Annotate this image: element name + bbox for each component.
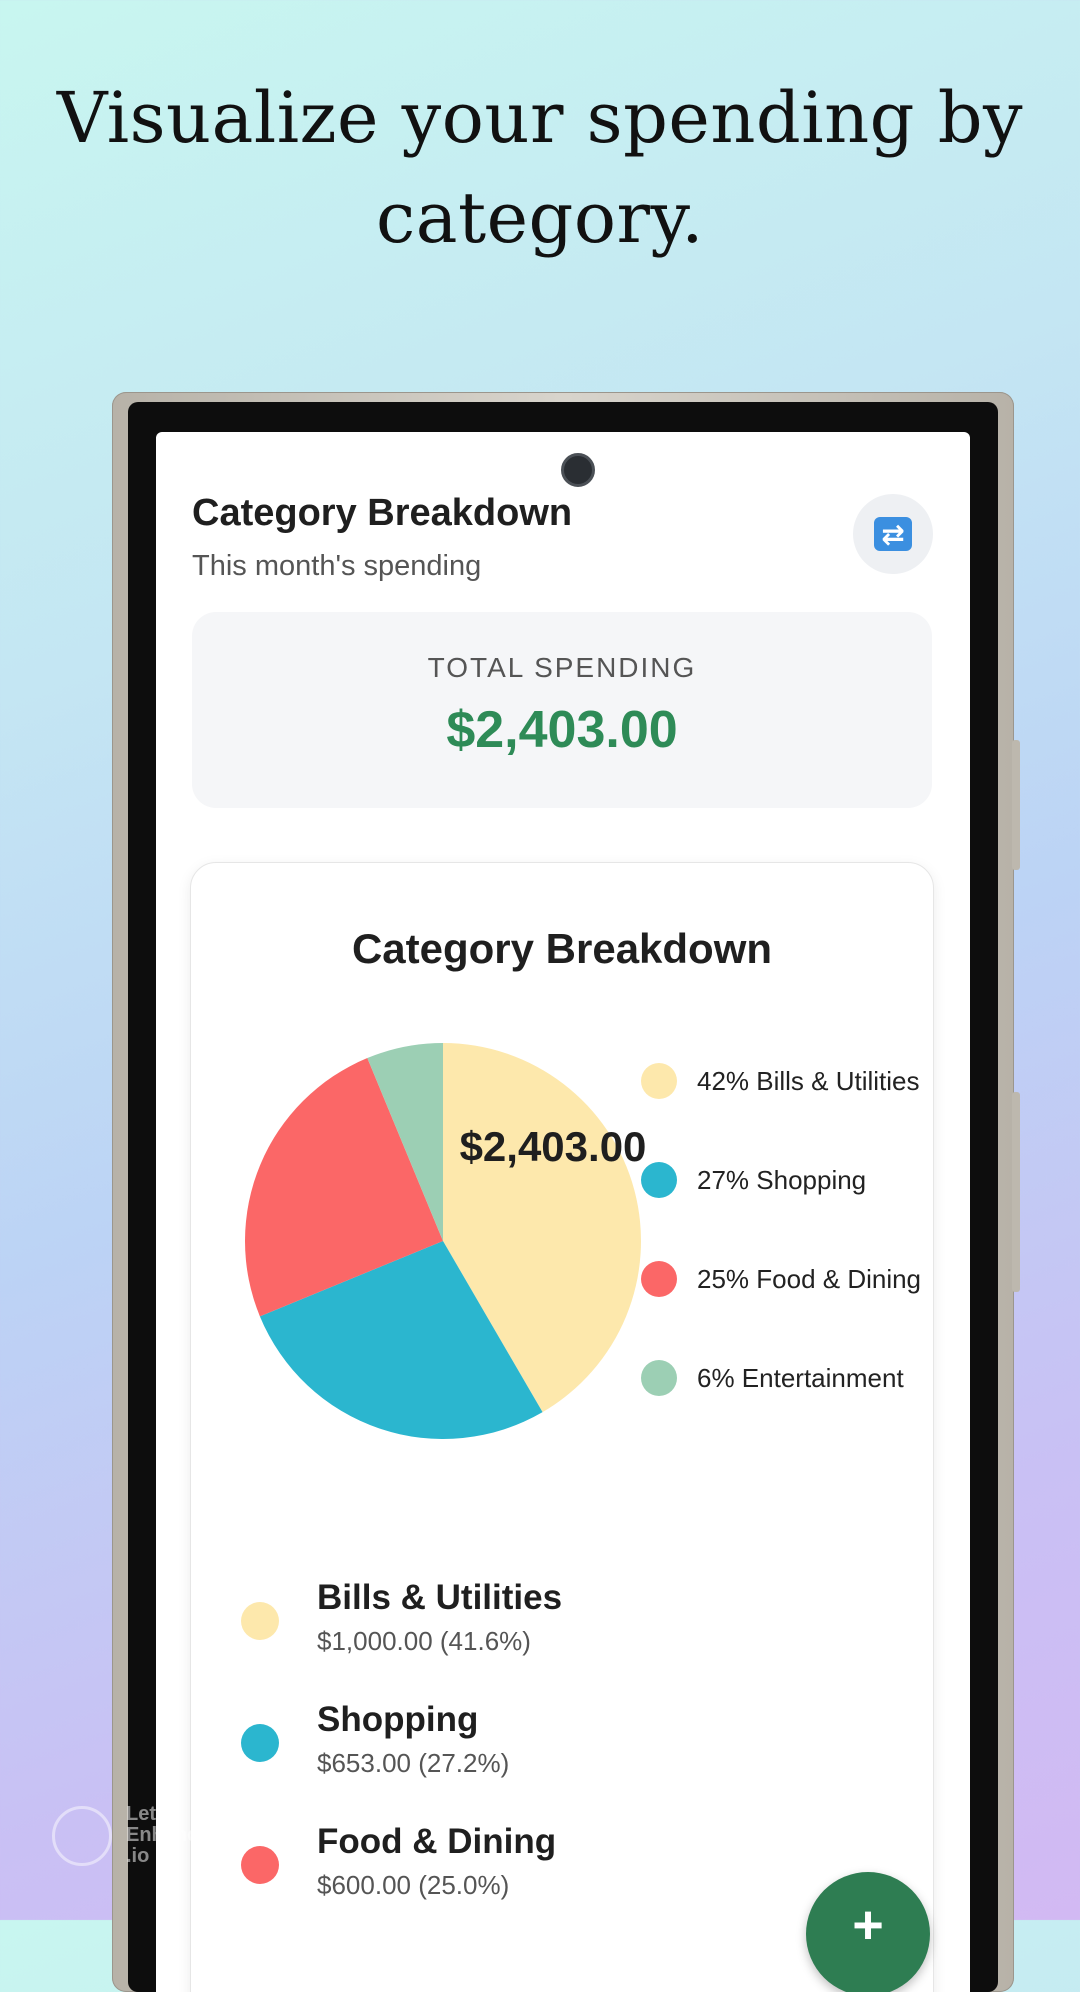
refresh-button[interactable]: ⇄: [853, 494, 933, 574]
legend-item: 42% Bills & Utilities: [641, 1063, 931, 1162]
category-amount: $1,000.00 (41.6%): [317, 1626, 531, 1656]
watermark-logo: Let's Enhance .io: [52, 1800, 252, 1870]
chart-legend: 42% Bills & Utilities 27% Shopping 25% Foo…: [641, 1063, 931, 1459]
legend-color-dot: [641, 1360, 677, 1396]
legend-color-dot: [641, 1063, 677, 1099]
chart-title: Category Breakdown: [351, 925, 773, 972]
legend-label: 25% Food & Dining: [697, 1264, 922, 1294]
legend-color-dot: [641, 1261, 677, 1297]
plus-icon: +: [852, 1895, 884, 1955]
total-spending-value: $2,403.00: [446, 701, 678, 759]
list-item-bills-utilities[interactable]: Bills & Utilities $1,000.00 (41.6%): [241, 1578, 881, 1700]
category-name: Shopping: [317, 1700, 479, 1739]
list-item-food-dining[interactable]: Food & Dining $600.00 (25.0%): [241, 1822, 881, 1944]
legend-item: 25% Food & Dining: [641, 1261, 931, 1360]
page-subtitle: This month's spending: [192, 550, 482, 582]
total-spending-card: TOTAL SPENDING $2,403.00: [192, 612, 932, 808]
watermark-circle-icon: [52, 1806, 112, 1866]
category-color-dot: [241, 1602, 279, 1640]
legend-label: 6% Entertainment: [697, 1363, 904, 1393]
category-amount: $653.00 (27.2%): [317, 1748, 510, 1778]
category-amount: $600.00 (25.0%): [317, 1870, 510, 1900]
legend-color-dot: [641, 1162, 677, 1198]
add-transaction-button[interactable]: +: [806, 1872, 930, 1992]
phone-side-button: [1012, 1092, 1020, 1292]
legend-item: 6% Entertainment: [641, 1360, 931, 1459]
category-name: Food & Dining: [317, 1822, 557, 1861]
app-screen: Category Breakdown This month's spending…: [156, 432, 970, 1992]
total-spending-label: TOTAL SPENDING: [427, 652, 697, 683]
legend-label: 27% Shopping: [697, 1165, 867, 1195]
pie-center-total: $2,403.00: [460, 1123, 647, 1170]
phone-bezel: Category Breakdown This month's spending…: [128, 402, 998, 1992]
watermark-text: Let's Enhance .io: [126, 1803, 210, 1867]
list-item-shopping[interactable]: Shopping $653.00 (27.2%): [241, 1700, 881, 1822]
page-title: Category Breakdown: [192, 492, 573, 534]
category-color-dot: [241, 1724, 279, 1762]
category-list: Bills & Utilities $1,000.00 (41.6%) Shop…: [241, 1578, 881, 1944]
category-breakdown-card: Category Breakdown $2,403.00 42% Bills &…: [190, 862, 934, 1992]
category-name: Bills & Utilities: [317, 1578, 563, 1617]
refresh-icon: ⇄: [874, 517, 912, 551]
legend-item: 27% Shopping: [641, 1162, 931, 1261]
front-camera: [561, 453, 595, 487]
headline: Visualize your spending by category.: [56, 77, 1024, 259]
phone-side-button: [1012, 740, 1020, 870]
phone-frame: Category Breakdown This month's spending…: [112, 392, 1020, 1992]
legend-label: 42% Bills & Utilities: [697, 1066, 920, 1096]
